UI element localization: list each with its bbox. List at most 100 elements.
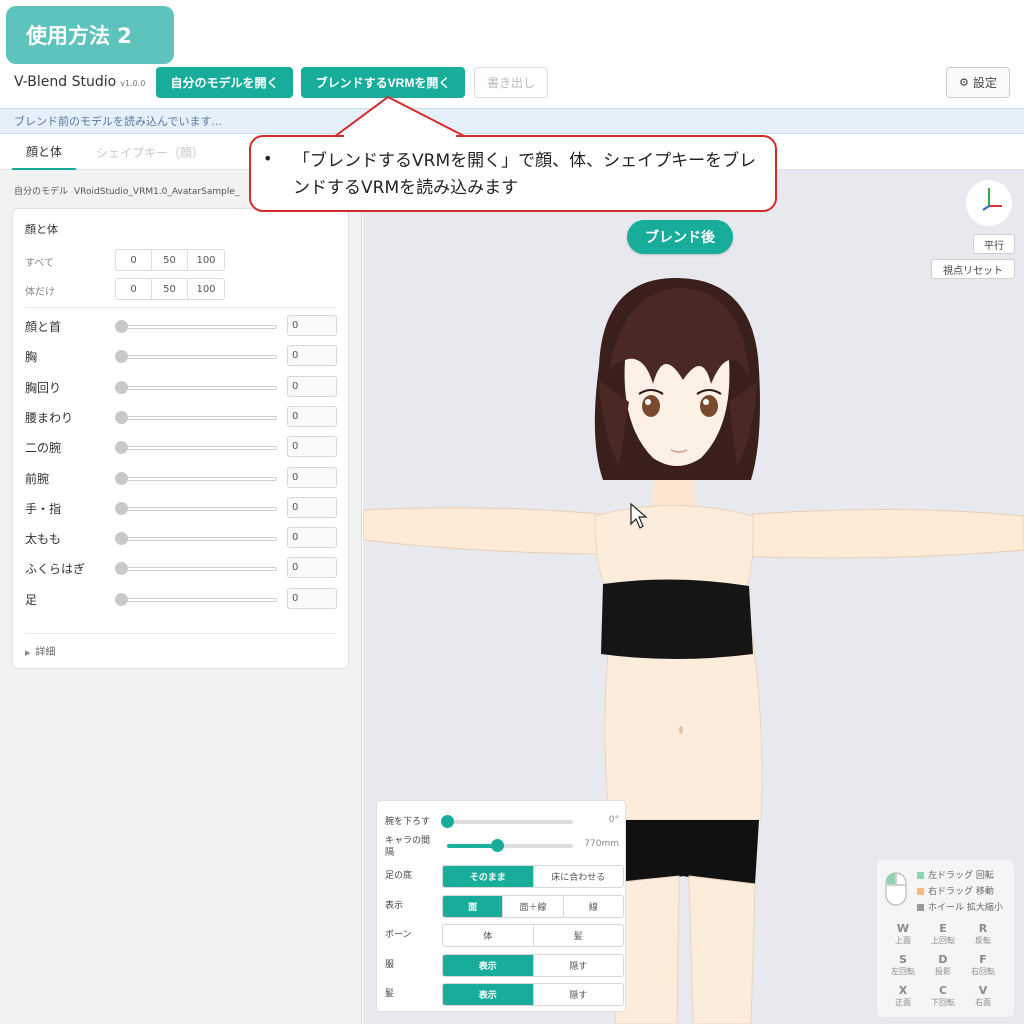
divider [25, 307, 337, 308]
legend-text: 左ドラッグ 回転 [928, 871, 994, 881]
slider-track[interactable] [115, 476, 277, 481]
triangle-right-icon: ▶ [25, 649, 31, 657]
hair-option-0[interactable]: 表示 [443, 984, 534, 1005]
parallel-projection-button[interactable]: 平行 [973, 234, 1015, 254]
slider-value-input[interactable]: 0 [287, 557, 337, 579]
foot-option-row: 足の底 そのまま 床に合わせる [377, 865, 627, 889]
shortcut-key-letter: R [978, 922, 988, 935]
display-option-2[interactable]: 線 [564, 896, 623, 917]
slider-label: 前腕 [25, 471, 50, 486]
slider-label: 足 [25, 592, 38, 607]
settings-button[interactable]: ⚙ 設定 [946, 67, 1010, 98]
divider [25, 633, 337, 634]
slider-row: 腰まわり 0 [13, 405, 350, 428]
slider-value-input[interactable]: 0 [287, 315, 337, 336]
slider-track[interactable] [115, 597, 277, 602]
preset-all-0[interactable]: 0 [116, 250, 152, 270]
display-option-0[interactable]: 面 [443, 895, 504, 917]
preset-body-100[interactable]: 100 [188, 279, 224, 299]
display-options-panel: 腕を下ろす 0° キャラの間隔 770mm 足の底 そのまま 床に合わせる 表示 面面＋… [376, 800, 626, 1012]
reset-view-button[interactable]: 視点リセット [931, 259, 1015, 279]
slider-row: 前腕 0 [13, 466, 350, 489]
shortcut-key-letter: S [899, 953, 907, 966]
shortcut-key: E 上回転 [923, 922, 963, 946]
app-name: V-Blend Studio [14, 74, 117, 90]
own-model-value: VRoidStudio_VRM1.0_AvatarSample_ [74, 187, 240, 197]
preset-body-50[interactable]: 50 [152, 279, 188, 299]
3d-viewport[interactable]: ブレンド後 平行 視点リセット 腕を下ろす 0° キャラの間隔 770mm 足の… [363, 170, 1024, 1024]
slider-value-input[interactable]: 0 [287, 375, 337, 397]
slider-label: 胸 [25, 350, 38, 365]
bone-option-1[interactable]: 髪 [534, 925, 624, 946]
slider-value-input[interactable]: 0 [287, 527, 337, 549]
slider-value-input[interactable]: 0 [287, 496, 337, 518]
foot-option-1[interactable]: 床に合わせる [534, 866, 624, 887]
axis-gizmo-icon[interactable] [966, 180, 1012, 226]
foot-option-0[interactable]: そのまま [443, 866, 534, 887]
slider-knob[interactable] [115, 501, 128, 515]
preset-all-100[interactable]: 100 [188, 250, 224, 270]
slider-track[interactable] [115, 355, 277, 360]
slider-label: 二の腕 [25, 441, 62, 456]
spacing-value: 770mm [584, 839, 619, 849]
slider-track[interactable] [115, 567, 277, 572]
slider-value-input[interactable]: 0 [287, 436, 337, 458]
tab-shape-keys-face[interactable]: シェイプキー（顔） [90, 134, 210, 170]
slider-knob[interactable] [115, 380, 128, 394]
shortcut-key-desc: 下回転 [931, 998, 955, 1007]
bone-option-row: ボーン 体髪 [377, 924, 627, 948]
slider-knob[interactable] [115, 350, 128, 364]
face-body-card: 顔と体 すべて 0 50 100 体だけ 0 50 100 顔と首 0 胸 0 胸回り 0… [12, 208, 349, 669]
shortcut-key-desc: 正面 [895, 998, 911, 1007]
export-button[interactable]: 書き出し [474, 67, 548, 98]
spacing-slider-knob[interactable] [491, 839, 505, 852]
slider-knob[interactable] [115, 592, 128, 606]
display-option-1[interactable]: 面＋線 [503, 895, 564, 917]
gear-icon: ⚙ [959, 76, 969, 89]
slider-row: 足0 [13, 587, 350, 610]
slider-track[interactable] [115, 325, 277, 329]
slider-row: 太もも 0 [13, 527, 350, 549]
arm-down-slider-track[interactable] [447, 820, 573, 824]
tab-face-body[interactable]: 顔と体 [12, 134, 76, 170]
slider-row: ふくらはぎ 0 [13, 557, 350, 579]
arm-down-slider-knob[interactable] [441, 815, 454, 828]
hair-option-1[interactable]: 隠す [534, 984, 624, 1005]
details-toggle[interactable]: ▶ 詳細 [25, 643, 55, 658]
details-label: 詳細 [35, 647, 56, 658]
preset-body-0[interactable]: 0 [116, 279, 152, 299]
tutorial-step-badge: 使用方法 2 [6, 6, 174, 64]
slider-track[interactable] [115, 446, 277, 451]
slider-track[interactable] [115, 537, 277, 542]
slider-knob[interactable] [115, 471, 128, 485]
bone-segmented-control: 体髪 [442, 924, 624, 947]
bone-option-0[interactable]: 体 [443, 925, 534, 946]
slider-value-input[interactable]: 0 [287, 466, 337, 488]
slider-knob[interactable] [115, 562, 128, 576]
slider-track[interactable] [115, 415, 277, 420]
shortcut-key: D 投影 [923, 953, 963, 977]
preset-group-body: 0 50 100 [115, 278, 225, 300]
slider-value-input[interactable]: 0 [287, 587, 337, 609]
slider-label: ふくらはぎ [25, 562, 86, 577]
open-own-model-button[interactable]: 自分のモデルを開く [156, 67, 293, 98]
blend-after-badge: ブレンド後 [627, 220, 733, 254]
slider-value-input[interactable]: 0 [287, 405, 337, 427]
foot-label: 足の底 [385, 871, 413, 881]
slider-knob[interactable] [115, 410, 128, 424]
slider-knob[interactable] [115, 320, 128, 333]
slider-value-input[interactable]: 0 [287, 345, 337, 367]
shortcut-key-letter: C [938, 984, 948, 997]
legend-swatch [917, 904, 924, 911]
slider-track[interactable] [115, 385, 277, 390]
slider-track[interactable] [115, 506, 277, 511]
display-label: 表示 [385, 900, 404, 911]
clothes-option-1[interactable]: 隠す [534, 955, 624, 976]
slider-knob[interactable] [115, 532, 128, 546]
preset-all-50[interactable]: 50 [152, 250, 188, 270]
slider-knob[interactable] [115, 441, 128, 455]
open-blend-vrm-button[interactable]: ブレンドするVRMを開く [301, 67, 465, 98]
preset-label-body: 体だけ [25, 287, 55, 298]
clothes-option-0[interactable]: 表示 [443, 954, 534, 976]
slider-label: 手・指 [25, 501, 62, 516]
